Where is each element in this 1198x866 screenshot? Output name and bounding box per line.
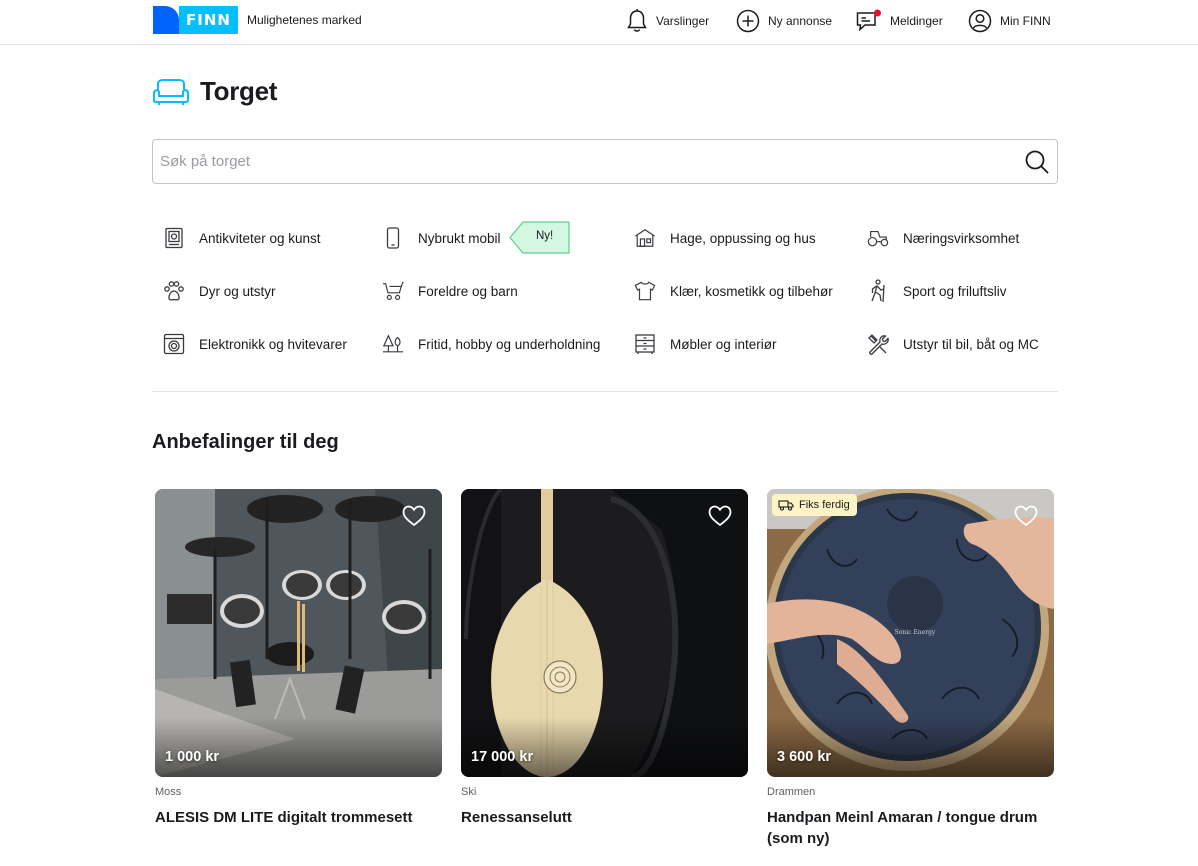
search-icon[interactable] <box>1024 149 1050 175</box>
new-badge-label: Ny! <box>536 230 554 242</box>
page-title: Torget <box>200 76 278 106</box>
listing-title[interactable]: ALESIS DM LITE digitalt trommesett <box>155 807 442 828</box>
nav-label: Ny annonse <box>768 14 833 28</box>
category-fritid[interactable]: Fritid, hobby og underholdning <box>382 331 600 357</box>
listing-price: 17 000 kr <box>471 749 534 765</box>
category-label: Sport og friluftsliv <box>903 283 1007 299</box>
top-header: FINN Mulighetenes marked Varslinger Ny a… <box>0 0 1198 45</box>
listing-location: Drammen <box>767 786 816 798</box>
category-foreldre[interactable]: Foreldre og barn <box>382 278 518 304</box>
search-input[interactable] <box>160 140 1010 183</box>
heart-icon[interactable] <box>402 505 426 527</box>
category-label: Fritid, hobby og underholdning <box>418 336 601 352</box>
category-utstyr-bil[interactable]: Utstyr til bil, båt og MC <box>867 331 1039 357</box>
category-naeringsvirksomhet[interactable]: Næringsvirksomhet <box>867 225 1019 251</box>
listing-card[interactable]: 17 000 kr Ski Renessanselutt <box>461 489 748 828</box>
category-klaer[interactable]: Klær, kosmetikk og tilbehør <box>634 278 833 304</box>
nav-label: Meldinger <box>890 14 943 28</box>
house-icon <box>634 227 656 249</box>
truck-icon <box>778 500 794 511</box>
mobile-icon <box>382 227 404 249</box>
frame-icon <box>163 227 185 249</box>
logo-text: FINN <box>179 6 238 34</box>
new-badge: Ny! <box>509 221 571 254</box>
category-sport[interactable]: Sport og friluftsliv <box>867 278 1007 304</box>
user-circle-icon <box>968 9 992 33</box>
fiks-ferdig-tag: Fiks ferdig <box>772 494 857 516</box>
tools-icon <box>867 333 889 355</box>
heart-icon[interactable] <box>708 505 732 527</box>
stroller-icon <box>382 280 404 302</box>
category-antikviteter[interactable]: Antikviteter og kunst <box>163 225 321 251</box>
category-label: Møbler og interiør <box>670 336 777 352</box>
category-label: Nybrukt mobil <box>418 230 501 246</box>
paw-icon <box>163 280 185 302</box>
listing-card[interactable]: 1 000 kr Moss ALESIS DM LITE digitalt tr… <box>155 489 442 828</box>
category-hage[interactable]: Hage, oppussing og hus <box>634 225 816 251</box>
nav-min-finn[interactable]: Min FINN <box>968 6 1051 36</box>
nav-label: Min FINN <box>1000 14 1051 28</box>
listing-price: 3 600 kr <box>777 749 832 765</box>
listing-image: Sonic Energy Fiks ferdig 3 600 kr <box>767 489 1054 777</box>
image-gradient <box>461 717 748 777</box>
listing-image: 17 000 kr <box>461 489 748 777</box>
category-label: Antikviteter og kunst <box>199 230 321 246</box>
nav-meldinger[interactable]: Meldinger <box>856 6 943 36</box>
listing-price: 1 000 kr <box>165 749 220 765</box>
category-label: Næringsvirksomhet <box>903 230 1020 246</box>
category-elektronikk[interactable]: Elektronikk og hvitevarer <box>163 331 347 357</box>
category-dyr[interactable]: Dyr og utstyr <box>163 278 276 304</box>
category-label: Foreldre og barn <box>418 283 518 299</box>
search-box <box>152 139 1058 184</box>
heart-icon[interactable] <box>1014 505 1038 527</box>
trees-icon <box>382 333 404 355</box>
listing-image: 1 000 kr <box>155 489 442 777</box>
shirt-icon <box>634 280 656 302</box>
listing-title[interactable]: Renessanselutt <box>461 807 748 828</box>
listing-location: Ski <box>461 786 477 798</box>
category-nybrukt-mobil[interactable]: Nybrukt mobil <box>382 225 501 251</box>
category-label: Hage, oppussing og hus <box>670 230 816 246</box>
svg-text:Sonic Energy: Sonic Energy <box>895 629 936 636</box>
chat-icon <box>856 9 881 32</box>
tractor-icon <box>867 227 889 249</box>
nav-label: Varslinger <box>656 14 710 28</box>
dresser-icon <box>634 333 656 355</box>
bell-icon <box>627 9 647 32</box>
section-divider <box>152 391 1058 392</box>
listing-title[interactable]: Handpan Meinl Amaran / tongue drum (som … <box>767 807 1054 849</box>
category-label: Elektronikk og hvitevarer <box>199 336 347 352</box>
category-label: Dyr og utstyr <box>199 283 276 299</box>
category-label: Klær, kosmetikk og tilbehør <box>670 283 833 299</box>
tagline: Mulighetenes marked <box>247 13 362 27</box>
category-label: Utstyr til bil, båt og MC <box>903 336 1039 352</box>
nav-varslinger[interactable]: Varslinger <box>626 6 709 36</box>
plus-circle-icon <box>736 9 760 33</box>
hiker-icon <box>867 279 889 303</box>
nav-ny-annonse[interactable]: Ny annonse <box>736 6 832 36</box>
page-title-row: Torget <box>152 76 277 107</box>
logo-mark <box>153 6 179 34</box>
recommendations-heading: Anbefalinger til deg <box>152 431 339 453</box>
image-gradient <box>155 717 442 777</box>
category-mobler[interactable]: Møbler og interiør <box>634 331 777 357</box>
fiks-ferdig-label: Fiks ferdig <box>799 499 850 511</box>
sofa-icon <box>153 78 189 105</box>
finn-logo[interactable]: FINN <box>153 6 238 34</box>
listing-location: Moss <box>155 786 182 798</box>
washer-icon <box>163 333 185 355</box>
listing-card[interactable]: Sonic Energy Fiks ferdig 3 600 kr Dramme… <box>767 489 1054 849</box>
image-gradient <box>767 717 1054 777</box>
